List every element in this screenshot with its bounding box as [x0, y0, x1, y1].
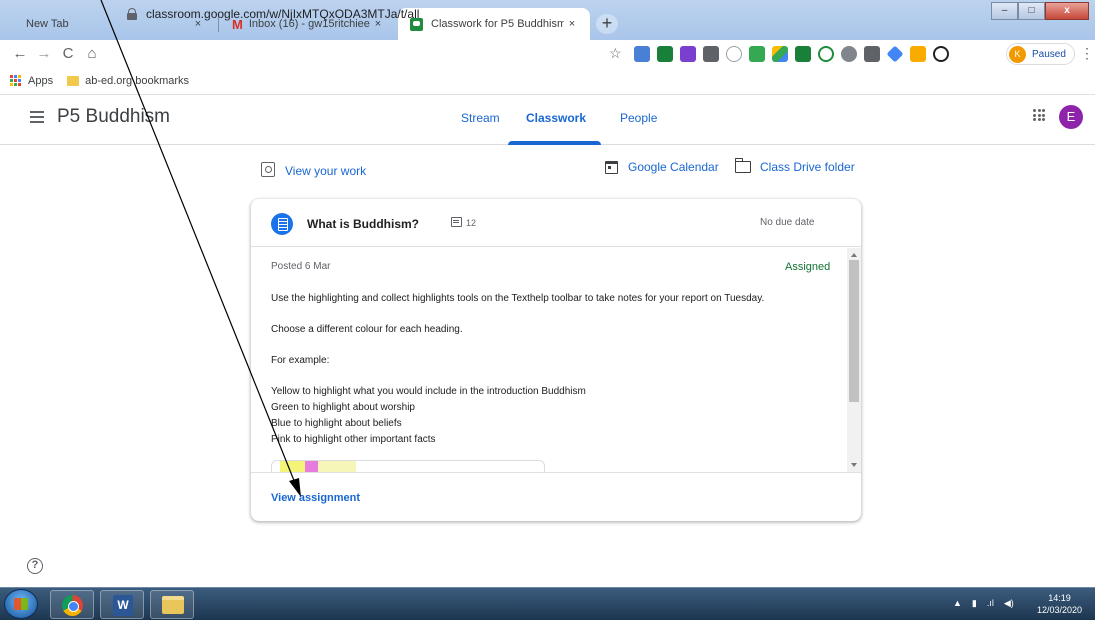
status-badge: Assigned	[785, 261, 831, 273]
assignment-title[interactable]: What is Buddhism?	[307, 217, 419, 231]
file-explorer-icon	[162, 596, 184, 614]
extension-icon[interactable]	[657, 46, 673, 62]
bookmarks-bar: Apps ab-ed.org bookmarks	[0, 67, 1095, 95]
assignment-ind-icon	[261, 161, 275, 177]
assignment-footer: View assignment	[251, 472, 861, 521]
browser-menu-icon[interactable]: ⋮	[1080, 45, 1094, 62]
tab-people[interactable]: People	[620, 111, 657, 125]
extension-icon[interactable]	[680, 46, 696, 62]
assignment-icon	[271, 213, 293, 235]
google-calendar-link[interactable]: Google Calendar	[605, 160, 719, 174]
taskbar-word[interactable]: W	[100, 590, 144, 619]
extension-icon[interactable]	[933, 46, 949, 62]
assignment-instructions: Use the highlighting and collect highlig…	[271, 291, 831, 448]
class-title[interactable]: P5 Buddhism	[57, 106, 170, 128]
profile-avatar: K	[1009, 45, 1026, 63]
profile-status: Paused	[1032, 48, 1066, 60]
help-icon[interactable]: ?	[27, 558, 43, 574]
calendar-icon	[605, 160, 618, 174]
extension-icon[interactable]	[749, 46, 765, 62]
instruction-list-item: Blue to highlight about beliefs	[271, 418, 402, 429]
hamburger-menu-icon[interactable]	[30, 111, 44, 123]
extension-icon[interactable]	[818, 46, 834, 62]
instruction-paragraph: Use the highlighting and collect highlig…	[271, 293, 765, 304]
assignment-card: What is Buddhism? 12 No due date Posted …	[251, 199, 861, 521]
home-icon[interactable]: ⌂	[80, 42, 104, 66]
signal-icon[interactable]: .ıl	[987, 598, 994, 609]
window-controls: – □ x	[991, 2, 1089, 20]
class-drive-folder-label: Class Drive folder	[760, 160, 855, 174]
bookmarks-folder[interactable]: ab-ed.org bookmarks	[85, 75, 189, 87]
assignment-body: Posted 6 Mar Assigned Use the highlighti…	[251, 248, 861, 472]
url-text: classroom.google.com/w/NjIxMTQxODA3MTJa/…	[146, 7, 420, 21]
forward-arrow-icon[interactable]: →	[32, 42, 56, 66]
tab-classwork[interactable]: Classwork	[526, 111, 586, 125]
chrome-icon	[62, 595, 83, 616]
comment-count: 12	[466, 218, 477, 228]
comment-icon	[451, 217, 462, 227]
folder-icon	[734, 158, 751, 173]
instruction-list-item: Green to highlight about worship	[271, 402, 415, 413]
maximize-button[interactable]: □	[1018, 2, 1045, 20]
address-bar[interactable]: classroom.google.com/w/NjIxMTQxODA3MTJa/…	[106, 3, 638, 25]
tab-stream[interactable]: Stream	[461, 111, 500, 125]
user-avatar[interactable]: E	[1059, 105, 1083, 129]
start-button[interactable]	[4, 589, 38, 619]
lock-icon	[126, 8, 138, 20]
extension-icon[interactable]	[864, 46, 880, 62]
class-drive-folder-link[interactable]: Class Drive folder	[734, 158, 855, 174]
extension-icon[interactable]	[726, 46, 742, 62]
instruction-paragraph: Choose a different colour for each headi…	[271, 324, 463, 335]
extension-icon[interactable]	[910, 46, 926, 62]
reload-icon[interactable]: C	[56, 42, 80, 66]
clock-date: 12/03/2020	[1037, 605, 1083, 615]
scroll-up-arrow-icon[interactable]	[851, 253, 857, 257]
minimize-button[interactable]: –	[991, 2, 1018, 20]
due-date: No due date	[760, 217, 815, 228]
assignment-header[interactable]: What is Buddhism? 12 No due date	[251, 199, 861, 247]
attachment-thumbnail	[280, 461, 356, 472]
view-your-work-label: View your work	[285, 164, 367, 178]
scroll-down-arrow-icon[interactable]	[851, 463, 857, 467]
instruction-paragraph: For example:	[271, 355, 330, 366]
extension-icon[interactable]	[634, 46, 650, 62]
extension-icon[interactable]	[795, 46, 811, 62]
drive-icon[interactable]	[772, 46, 788, 62]
profile-button[interactable]: K Paused	[1006, 43, 1075, 65]
view-assignment-link[interactable]: View assignment	[271, 492, 360, 504]
tray-expand-icon[interactable]: ▲	[953, 598, 962, 609]
clock[interactable]: 14:19 12/03/2020	[1037, 592, 1082, 616]
extension-icon[interactable]	[886, 45, 904, 63]
apps-bookmark[interactable]: Apps	[28, 75, 53, 87]
taskbar-chrome[interactable]	[50, 590, 94, 619]
instruction-list-item: Pink to highlight other important facts	[271, 434, 436, 445]
google-apps-icon[interactable]	[1033, 109, 1045, 121]
back-arrow-icon[interactable]: ←	[8, 42, 32, 66]
extension-icon[interactable]	[841, 46, 857, 62]
active-tab-indicator	[508, 141, 601, 145]
google-calendar-label: Google Calendar	[628, 160, 719, 174]
clock-time: 14:19	[1048, 593, 1071, 603]
system-tray: ▲ ▮ .ıl ◀)	[953, 598, 1014, 609]
scrollbar[interactable]	[847, 248, 861, 472]
windows-taskbar: W ▲ ▮ .ıl ◀) 14:19 12/03/2020	[0, 587, 1095, 620]
battery-icon[interactable]: ▮	[972, 598, 977, 609]
extensions-bar	[634, 45, 949, 63]
taskbar-explorer[interactable]	[150, 590, 194, 619]
volume-icon[interactable]: ◀)	[1004, 598, 1014, 609]
close-window-button[interactable]: x	[1045, 2, 1089, 20]
word-icon: W	[113, 595, 133, 616]
apps-grid-icon[interactable]	[10, 74, 22, 87]
folder-icon	[67, 75, 80, 86]
instruction-list-item: Yellow to highlight what you would inclu…	[271, 386, 586, 397]
classroom-header: P5 Buddhism Stream Classwork People E	[0, 95, 1095, 145]
bookmark-star-icon[interactable]: ☆	[609, 45, 622, 62]
scrollbar-thumb[interactable]	[849, 260, 859, 402]
view-your-work-link[interactable]: View your work	[261, 160, 366, 178]
attachment-card[interactable]	[271, 460, 545, 472]
extension-icon[interactable]	[703, 46, 719, 62]
posted-date: Posted 6 Mar	[271, 261, 331, 272]
